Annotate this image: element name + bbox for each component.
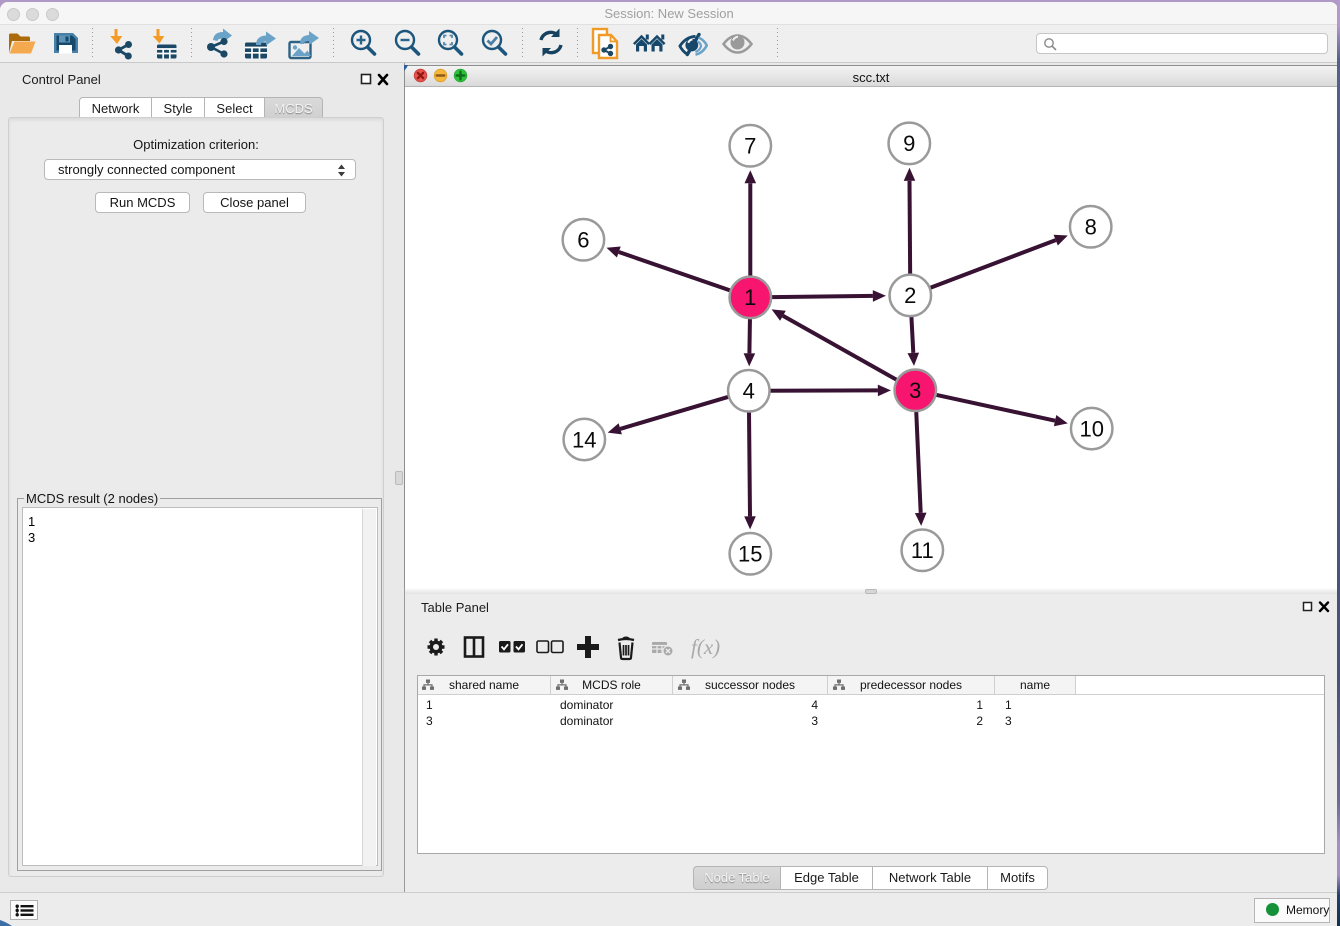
svg-text:1: 1 <box>744 285 756 310</box>
svg-text:2: 2 <box>904 283 916 308</box>
svg-text:f(x): f(x) <box>691 635 720 659</box>
svg-text:11: 11 <box>911 538 934 563</box>
svg-text:3: 3 <box>909 378 921 403</box>
svg-text:15: 15 <box>738 542 762 567</box>
svg-text:4: 4 <box>743 379 755 404</box>
svg-text:7: 7 <box>744 134 756 159</box>
svg-text:8: 8 <box>1085 215 1097 240</box>
svg-text:6: 6 <box>577 228 589 253</box>
svg-text:14: 14 <box>572 427 596 452</box>
svg-text:10: 10 <box>1079 416 1103 441</box>
svg-text:9: 9 <box>903 131 915 156</box>
